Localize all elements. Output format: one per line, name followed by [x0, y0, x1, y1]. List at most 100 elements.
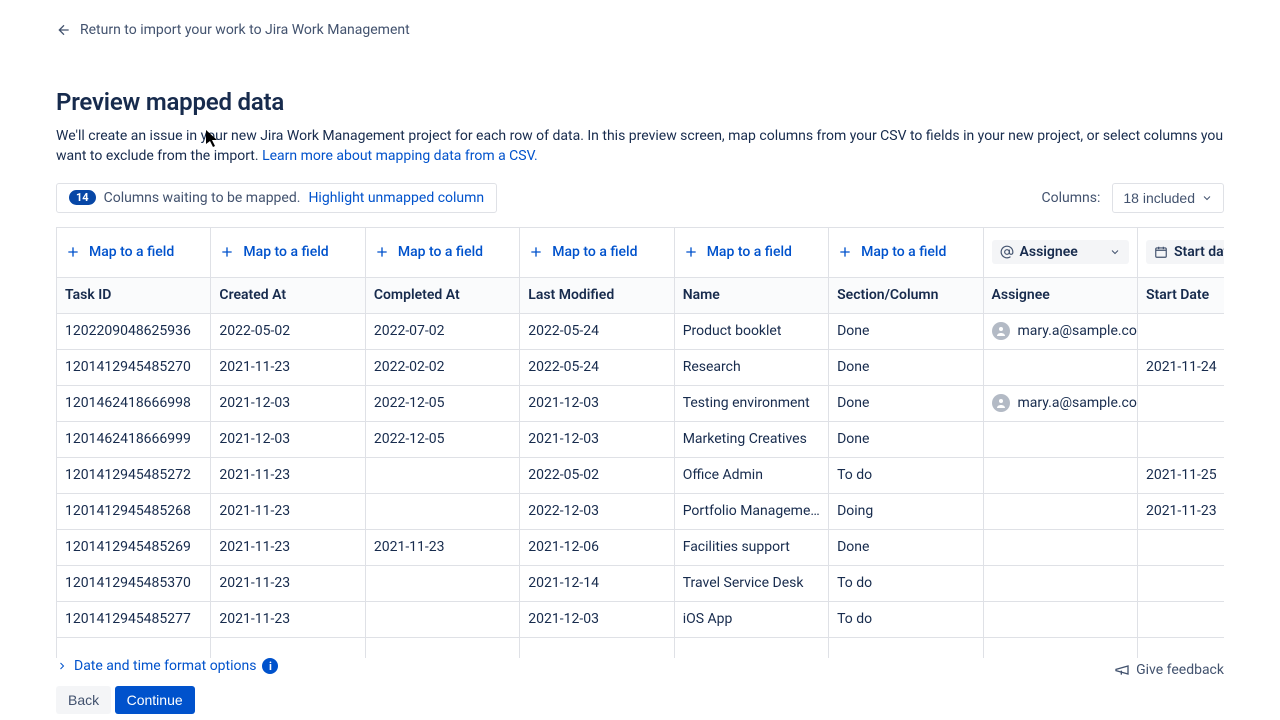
column-header: Start Date [1137, 277, 1224, 313]
highlight-unmapped-link[interactable]: Highlight unmapped column [308, 190, 484, 206]
info-icon: i [262, 658, 278, 674]
back-button[interactable]: Back [56, 686, 111, 714]
table-cell [365, 601, 519, 637]
table-cell: 2021-11-23 [1137, 493, 1224, 529]
table-cell: Facilities support [674, 529, 828, 565]
table-row: 12014624186669982021-12-032022-12-052021… [57, 385, 1225, 421]
table-cell: 1201412945485268 [57, 493, 211, 529]
calendar-icon [1154, 245, 1168, 259]
table-cell [1137, 565, 1224, 601]
table-cell [983, 349, 1137, 385]
table-cell: 1201412945485370 [57, 565, 211, 601]
table-cell: Marketing Creatives [674, 421, 828, 457]
table-cell: 2022-05-24 [520, 313, 674, 349]
chevron-down-icon [1201, 192, 1213, 204]
table-cell: Travel Service Desk [674, 565, 828, 601]
table-cell [983, 601, 1137, 637]
plus-icon [683, 244, 699, 260]
table-cell: 2022-05-02 [520, 457, 674, 493]
plus-icon [374, 244, 390, 260]
table-row: 12014624186669992021-12-032022-12-052021… [57, 421, 1225, 457]
table-row: 12014129454852702021-11-232022-02-022022… [57, 349, 1225, 385]
preview-table-wrap: Map to a field Map to a field Map to a f… [56, 227, 1224, 674]
table-cell: 1201412945485269 [57, 529, 211, 565]
table-row: 12014129454852772021-11-232021-12-03iOS … [57, 601, 1225, 637]
table-cell [1137, 529, 1224, 565]
date-format-options[interactable]: Date and time format options i [56, 658, 278, 674]
table-row: 12022090486259362022-05-022022-07-022022… [57, 313, 1225, 349]
table-cell: 2021-11-23 [365, 529, 519, 565]
table-cell: 2021-12-03 [520, 385, 674, 421]
table-cell: Office Admin [674, 457, 828, 493]
table-cell: Portfolio Management set… [674, 493, 828, 529]
table-cell: 2021-12-06 [520, 529, 674, 565]
table-row: 12014129454852682021-11-232022-12-03Port… [57, 493, 1225, 529]
table-cell: 2021-11-23 [211, 493, 365, 529]
table-cell: Research [674, 349, 828, 385]
column-header: Task ID [57, 277, 211, 313]
table-cell: 2021-11-25 [1137, 457, 1224, 493]
table-cell: Testing environment [674, 385, 828, 421]
map-field-button[interactable]: Map to a field [374, 244, 511, 260]
column-header: Assignee [983, 277, 1137, 313]
table-cell: 2021-12-03 [211, 385, 365, 421]
map-field-button[interactable]: Map to a field [219, 244, 356, 260]
table-cell: 2021-11-23 [211, 457, 365, 493]
table-cell: 2022-05-24 [520, 349, 674, 385]
column-header: Created At [211, 277, 365, 313]
plus-icon [837, 244, 853, 260]
cursor-icon [206, 130, 220, 148]
table-cell [1137, 421, 1224, 457]
table-cell: 2022-12-05 [365, 385, 519, 421]
field-pill-assignee[interactable]: Assignee [992, 240, 1129, 264]
table-cell: 2021-12-14 [520, 565, 674, 601]
give-feedback-link[interactable]: Give feedback [1114, 662, 1224, 678]
table-cell: 2022-12-03 [520, 493, 674, 529]
back-link[interactable]: Return to import your work to Jira Work … [56, 0, 1224, 50]
table-cell: Done [829, 313, 983, 349]
table-cell: 2021-11-23 [211, 601, 365, 637]
map-field-button[interactable]: Map to a field [528, 244, 665, 260]
column-header: Name [674, 277, 828, 313]
table-cell [1137, 385, 1224, 421]
table-cell: 1201412945485272 [57, 457, 211, 493]
table-cell: To do [829, 565, 983, 601]
learn-more-link[interactable]: Learn more about mapping data from a CSV… [262, 148, 538, 164]
table-cell: 2022-02-02 [365, 349, 519, 385]
chevron-down-icon [1109, 246, 1121, 258]
mention-icon [1000, 245, 1014, 259]
map-field-button[interactable]: Map to a field [683, 244, 820, 260]
columns-value: 18 included [1123, 190, 1195, 206]
table-cell: Product booklet [674, 313, 828, 349]
table-cell: 2022-12-05 [365, 421, 519, 457]
table-cell: Done [829, 349, 983, 385]
table-cell: 2021-11-23 [211, 565, 365, 601]
column-header: Section/Column [829, 277, 983, 313]
columns-dropdown[interactable]: 18 included [1112, 183, 1224, 213]
map-field-button[interactable]: Map to a field [65, 244, 202, 260]
map-field-button[interactable]: Map to a field [837, 244, 974, 260]
table-cell: 2021-11-24 [1137, 349, 1224, 385]
table-cell: 2022-07-02 [365, 313, 519, 349]
table-cell: To do [829, 601, 983, 637]
column-header: Last Modified [520, 277, 674, 313]
plus-icon [219, 244, 235, 260]
table-cell [983, 421, 1137, 457]
preview-table: Map to a field Map to a field Map to a f… [56, 227, 1224, 674]
table-cell [983, 493, 1137, 529]
continue-button[interactable]: Continue [115, 686, 195, 714]
table-row: 12014129454853702021-11-23 2021-12-14Trav… [57, 565, 1225, 601]
table-cell: mary.a@sample.com [983, 385, 1137, 421]
arrow-left-icon [56, 22, 72, 38]
table-cell: 1201412945485277 [57, 601, 211, 637]
field-pill-start-date[interactable]: Start date [1146, 240, 1224, 264]
table-cell [983, 565, 1137, 601]
avatar [992, 322, 1010, 340]
chevron-right-icon [56, 660, 68, 672]
table-cell: To do [829, 457, 983, 493]
table-cell: 2021-11-23 [211, 349, 365, 385]
table-cell [365, 565, 519, 601]
table-cell: mary.a@sample.com [983, 313, 1137, 349]
table-cell: 1201462418666999 [57, 421, 211, 457]
column-header: Completed At [365, 277, 519, 313]
